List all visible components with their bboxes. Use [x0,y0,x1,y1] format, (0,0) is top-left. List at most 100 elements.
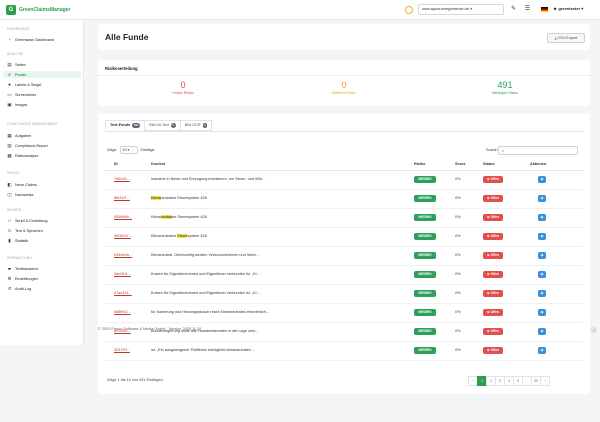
statistics-icon: ▮ [8,237,11,243]
sidebar-section-inhalt: INHALT [7,171,20,175]
view-eye-icon[interactable]: ◉ [538,271,546,278]
finding-id-link[interactable]: 7f4fc33... [114,177,130,181]
sidebar-item-textbausteine[interactable]: ▰ Textbausteine [3,265,81,272]
col-header-risiko[interactable]: Risiko [414,162,425,166]
tab-bild-ocr[interactable]: Bild OCR 0 [179,120,213,131]
textblock-icon: ▰ [7,265,12,271]
site-select[interactable]: www.agora-energiewende.de/ ▾ [418,4,504,15]
table-row: 5556b89... Klimaneutrales Stromsystem 428… [105,209,583,228]
risk-badge: NIEDRIG [414,290,436,297]
status-badge[interactable]: ⊗ Offen [483,347,503,354]
code-icon: ‹› [8,218,11,223]
view-eye-icon[interactable]: ◉ [538,252,546,259]
sidebar-item-label: Screenshots [15,92,37,97]
page-next-button[interactable]: › [540,376,551,386]
edit-icon[interactable]: ✎ [508,4,519,15]
table-row: 47ac431... Kosten für Eigentümerinnen und… [105,285,583,304]
finding-id-link[interactable]: 4f5182d... [114,234,131,238]
search-icon: ⌕ [8,72,11,77]
view-eye-icon[interactable]: ◉ [538,195,546,202]
sidebar-item-greenwash-dashboard[interactable]: ◔ Greenwash Dashboard [3,36,81,43]
sidebar-item-nachweise[interactable]: ◫ Nachweise [3,191,81,198]
page-size-select[interactable]: 10 ▾ [119,146,138,154]
sidebar-item-compliance-report[interactable]: ▥ Compliance-Report [3,142,81,149]
sidebar-item-einstellungen[interactable]: ⚙ Einstellungen [3,275,81,282]
tab-text-funde[interactable]: Text-Funde 491 [105,120,146,131]
pagination-info: Zeige 1 bis 10 von 491 Einträgen [107,378,163,382]
context-text-before: Kosten für Eigentümerinnen und Eigentüme… [151,272,260,276]
sidebar-item-label: Nachweise [15,192,34,197]
app-logo[interactable]: G GreenClaimsManager [6,5,70,15]
status-badge[interactable]: ⊗ Offen [483,271,503,278]
col-header-id[interactable]: ID [114,162,118,166]
tab-divider [105,131,583,132]
search-label: Suche: [486,148,498,152]
sidebar-item-images[interactable]: ▣ Images [3,101,81,108]
context-highlight: Strom [177,234,188,238]
risk-badge: NIEDRIG [414,252,436,259]
sidebar-item-statistik[interactable]: ▮ Statistik [3,237,81,244]
status-badge[interactable]: ⊗ Offen [483,309,503,316]
sidebar-item-skript-einbettung[interactable]: ‹› Skript & Einbettung [3,217,81,224]
col-header-aktionen: Aktionen [530,162,547,166]
collapse-icon[interactable]: « [591,327,597,333]
pages-icon: ▤ [7,61,12,67]
view-eye-icon[interactable]: ◉ [538,328,546,335]
score-value: 0% [455,215,461,219]
status-badge[interactable]: ⊗ Offen [483,195,503,202]
sidebar-item-neue-claims[interactable]: ◧ Neue Claims [3,181,81,188]
sidebar-item-label: Labels & Siegel [15,82,42,87]
view-eye-icon[interactable]: ◉ [538,214,546,221]
finding-id-link[interactable]: d68f9c2... [114,310,131,314]
status-badge[interactable]: ⊗ Offen [483,233,503,240]
finding-id-link[interactable]: 47ac431... [114,291,132,295]
list-icon[interactable]: ☰ [522,4,533,15]
col-header-score[interactable]: Score [455,162,466,166]
status-badge[interactable]: ⊗ Offen [483,328,503,335]
risk-badge: NIEDRIG [414,347,436,354]
finding-id-link[interactable]: 5556b89... [114,215,132,219]
risk-badge: NIEDRIG [414,214,436,221]
score-value: 0% [455,348,461,352]
view-eye-icon[interactable]: ◉ [538,347,546,354]
col-header-kontext[interactable]: Kontext [151,162,165,166]
finding-id-link[interactable]: 3237f2f... [114,348,130,352]
sidebar-item-labels-siegel[interactable]: ● Labels & Siegel [3,81,81,88]
view-eye-icon[interactable]: ◉ [538,176,546,183]
risk-badge: NIEDRIG [414,195,436,202]
page-size-control: Zeige 10 ▾ Einträge [107,146,155,154]
sidebar-section-wissen: WISSEN [7,208,22,212]
view-eye-icon[interactable]: ◉ [538,233,546,240]
tab-bild-alt-text[interactable]: Bild Alt-Text 0 [144,120,181,131]
sidebar-item-audit-log[interactable]: ↺ Audit-Log [3,285,81,292]
sidebar-item-funde[interactable]: ⌕ Funde [3,71,81,78]
view-eye-icon[interactable]: ◉ [538,309,546,316]
csv-export-button[interactable]: ⤓ CSV-Export [547,33,585,43]
finding-id-link[interactable]: e34dee8... [114,253,132,257]
status-badge[interactable]: ⊗ Offen [483,214,503,221]
sidebar-item-seiten[interactable]: ▤ Seiten [3,61,81,68]
sidebar-item-aufgaben[interactable]: ▦ Aufgaben [3,132,81,139]
sidebar-item-label: Neue Claims [15,182,37,187]
finding-id-link[interactable]: 3def4b1... [114,272,131,276]
status-circle-icon[interactable] [405,6,413,14]
risk-high-label: Hohes Risiko [172,91,194,95]
finding-id-link[interactable]: f8d31f7... [114,196,130,200]
view-eye-icon[interactable]: ◉ [538,290,546,297]
copyright-footer: © 2024 Papoo Software & Media GmbH - Ver… [98,327,202,331]
tab-label: Text-Funde [110,123,131,127]
user-menu[interactable]: ☻ greentester ▾ [553,6,583,11]
col-header-status[interactable]: Status [483,162,495,166]
sidebar-item-risikoanalyse[interactable]: ▩ Risikoanalyse [3,152,81,159]
sidebar-item-screenshots[interactable]: ▭ Screenshots [3,91,81,98]
status-badge[interactable]: ⊗ Offen [483,290,503,297]
search-input[interactable]: ⌕ [498,146,578,155]
sidebar-item-label: Textbausteine [15,266,39,271]
table-row: 3def4b1... Kosten für Eigentümerinnen und… [105,266,583,285]
sidebar-item-label: Aufgaben [15,133,32,138]
status-badge[interactable]: ⊗ Offen [483,252,503,259]
status-badge[interactable]: ⊗ Offen [483,176,503,183]
flag-de-icon[interactable] [541,7,548,12]
sidebar-item-text-sprachen[interactable]: A Text & Sprachen [3,227,81,234]
risk-low-label: Niedriges Risiko [492,91,518,95]
